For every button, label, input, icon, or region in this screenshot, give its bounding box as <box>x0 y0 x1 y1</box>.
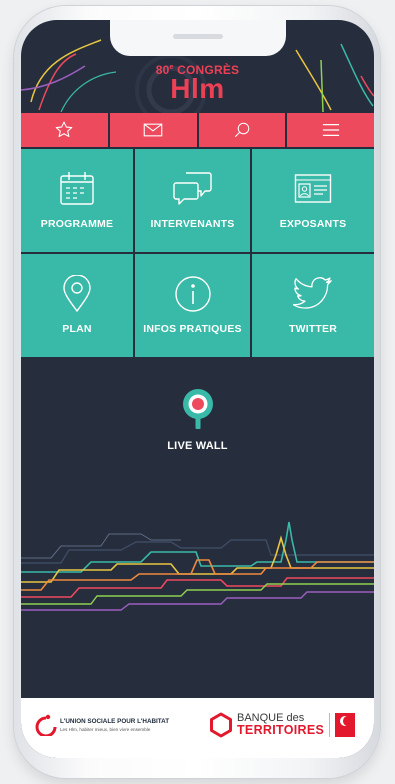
chat-bubbles-icon <box>172 172 212 205</box>
live-wall-label: LIVE WALL <box>167 440 228 452</box>
banque-des-territoires-logo: BANQUE des TERRITOIRES <box>209 712 356 738</box>
app-header: 80e CONGRÈS Hlm <box>21 20 374 116</box>
tab-bar <box>21 113 374 147</box>
twitter-bird-icon <box>293 277 333 309</box>
tab-search[interactable] <box>199 113 288 147</box>
ush-emblem-icon <box>35 714 57 736</box>
tile-twitter[interactable]: TWITTER <box>252 254 374 357</box>
menu-icon <box>322 123 339 137</box>
footer-partners: L'UNION SOCIALE POUR L'HABITAT Les Hlm, … <box>21 698 374 758</box>
tile-plan[interactable]: PLAN <box>21 254 133 357</box>
ush-title: L'UNION SOCIALE POUR L'HABITAT <box>60 718 170 725</box>
hexagon-icon <box>210 712 232 738</box>
earpiece-speaker <box>172 34 223 39</box>
mail-icon <box>143 123 163 137</box>
tile-label: INTERVENANTS <box>150 218 235 230</box>
tab-messages[interactable] <box>110 113 199 147</box>
tile-label: INFOS PRATIQUES <box>143 323 242 335</box>
caisse-des-depots-emblem-icon <box>335 713 356 737</box>
tile-intervenants[interactable]: INTERVENANTS <box>135 149 250 252</box>
map-pin-icon <box>63 275 91 313</box>
tile-programme[interactable]: PROGRAMME <box>21 149 133 252</box>
bdt-line2: TERRITOIRES <box>237 722 325 737</box>
main-menu-grid: PROGRAMME INTERVENANTS EXPOSANTS PLAN IN… <box>21 149 374 357</box>
star-icon <box>56 121 73 138</box>
logo-brand: Hlm <box>170 73 225 104</box>
tile-label: PROGRAMME <box>40 218 114 230</box>
logo-edition: 80 <box>155 63 170 77</box>
city-skyline-illustration <box>21 521 374 611</box>
calendar-icon <box>60 172 94 205</box>
ush-tagline: Les Hlm, habiter mieux, bien vivre ensem… <box>60 727 151 732</box>
live-wall-icon <box>182 389 213 429</box>
tile-label: PLAN <box>62 323 92 335</box>
congres-logo: 80e CONGRÈS Hlm <box>21 64 374 103</box>
live-wall-button[interactable]: LIVE WALL <box>21 387 374 452</box>
search-icon <box>234 122 250 138</box>
info-icon <box>174 276 211 312</box>
logo-separator <box>329 713 331 737</box>
ush-logo: L'UNION SOCIALE POUR L'HABITAT Les Hlm, … <box>35 714 169 736</box>
logo-edition-suffix: e <box>169 64 174 71</box>
tile-label: EXPOSANTS <box>279 218 347 230</box>
app-screen: 80e CONGRÈS Hlm PROGRAMME INTERVENANTS E… <box>21 20 374 758</box>
tab-menu[interactable] <box>287 113 374 147</box>
tile-infos-pratiques[interactable]: INFOS PRATIQUES <box>135 254 250 357</box>
tile-exposants[interactable]: EXPOSANTS <box>252 149 374 252</box>
id-card-icon <box>294 174 332 203</box>
phone-notch <box>109 20 286 56</box>
tab-favorites[interactable] <box>21 113 110 147</box>
tile-label: TWITTER <box>288 323 338 335</box>
